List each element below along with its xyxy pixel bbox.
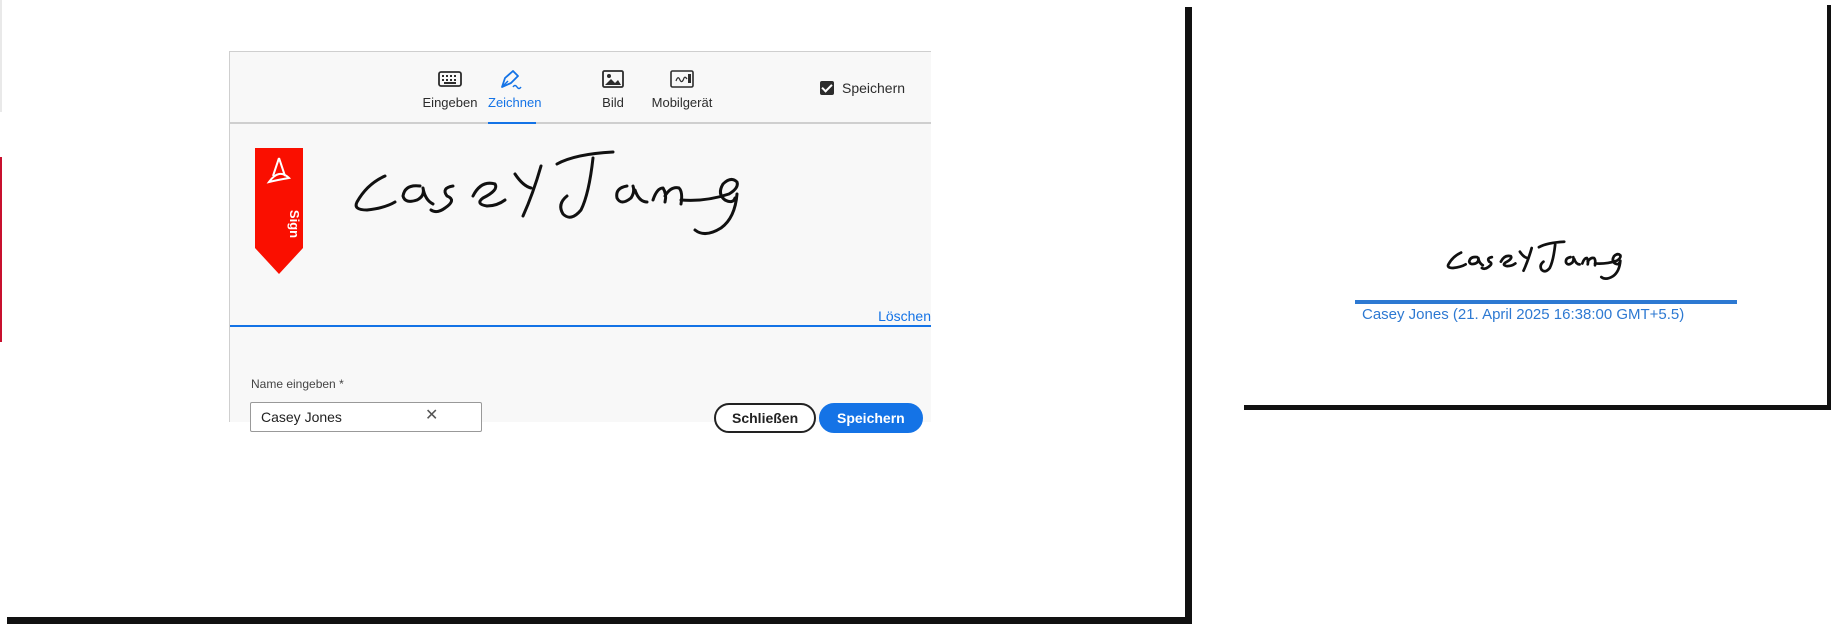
ribbon-sign-text: Sign — [287, 210, 302, 238]
signing-canvas-card: Eingeben Zeichnen Bild Mobilgerät Speich… — [0, 0, 1185, 617]
tab-eingeben-label: Eingeben — [422, 95, 478, 110]
checkbox-checked-icon[interactable] — [820, 81, 834, 95]
tab-eingeben[interactable]: Eingeben — [420, 62, 480, 122]
signature-tabs: Eingeben Zeichnen Bild Mobilgerät Speich… — [230, 52, 931, 124]
tab-bild-label: Bild — [602, 95, 624, 110]
signature-dialog: Eingeben Zeichnen Bild Mobilgerät Speich… — [229, 51, 931, 433]
close-button[interactable]: Schließen — [714, 403, 817, 433]
drawn-signature-strokes — [354, 150, 739, 235]
tab-zeichnen[interactable]: Zeichnen — [488, 62, 541, 124]
tab-mobilgeraet[interactable]: Mobilgerät — [647, 62, 717, 122]
preview-signer-caption: Casey Jones (21. April 2025 16:38:00 GMT… — [1362, 306, 1685, 323]
save-signature-checkbox[interactable]: Speichern — [820, 80, 905, 96]
name-field-label: Name eingeben * — [251, 377, 344, 391]
signature-draw-area[interactable]: Sign Löschen — [230, 124, 931, 327]
left-edge-line — [0, 0, 2, 112]
preview-signature-line — [1355, 300, 1737, 304]
clear-signature-link[interactable]: Löschen — [878, 308, 931, 324]
image-icon — [602, 70, 624, 88]
tab-mobilgeraet-label: Mobilgerät — [651, 95, 713, 110]
tab-zeichnen-label: Zeichnen — [488, 95, 542, 110]
name-label-text: Name eingeben — [251, 377, 336, 391]
save-checkbox-label: Speichern — [842, 80, 906, 96]
left-red-strip — [0, 157, 2, 342]
tab-bild[interactable]: Bild — [598, 62, 628, 122]
save-button[interactable]: Speichern — [819, 403, 923, 433]
mobile-device-icon — [670, 70, 694, 88]
keyboard-icon — [438, 71, 462, 87]
name-input[interactable] — [250, 402, 482, 432]
signature-preview-card: Casey Jones (21. April 2025 16:38:00 GMT… — [1240, 0, 1827, 405]
preview-signature-strokes — [1446, 240, 1622, 280]
clear-input-icon[interactable]: ✕ — [425, 405, 438, 425]
required-asterisk: * — [339, 377, 344, 391]
signature-baseline — [230, 325, 931, 327]
pen-draw-icon — [501, 70, 522, 90]
adobe-sign-ribbon: Sign — [255, 148, 303, 274]
